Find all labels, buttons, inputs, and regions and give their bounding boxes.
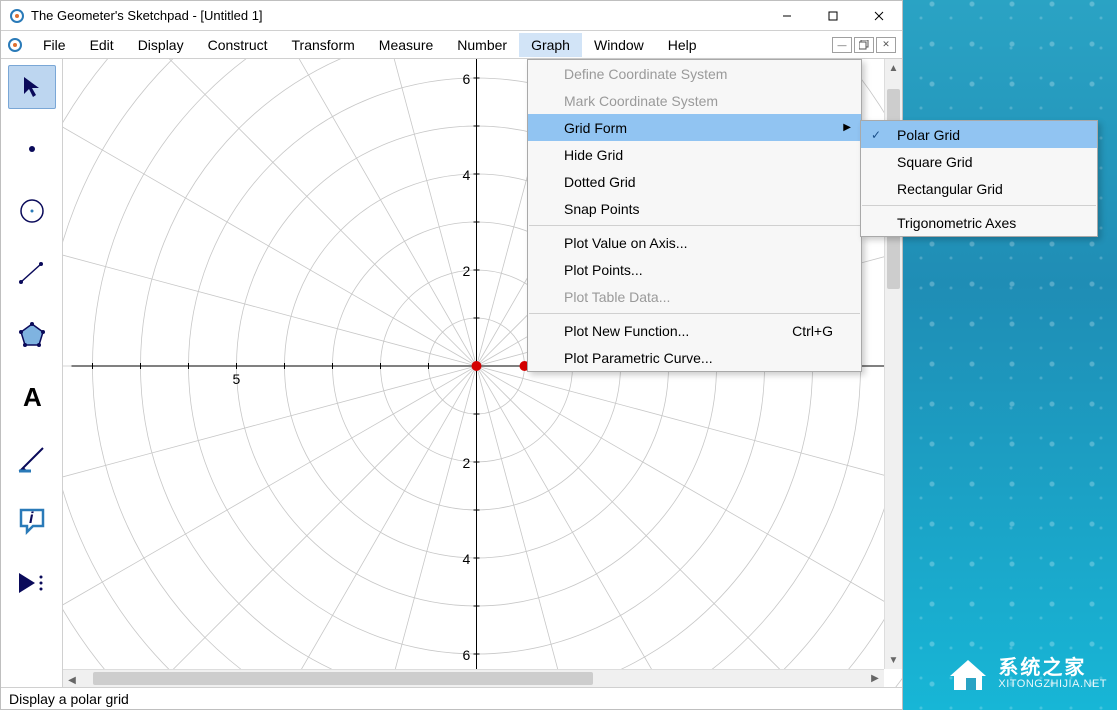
tool-arrow[interactable] <box>8 65 56 109</box>
mdi-minimize-button[interactable]: — <box>832 37 852 53</box>
mdi-close-button[interactable]: ✕ <box>876 37 896 53</box>
mdi-restore-button[interactable] <box>854 37 874 53</box>
tool-custom[interactable] <box>8 561 56 605</box>
menuitem-plot-parametric-curve[interactable]: Plot Parametric Curve... <box>528 344 861 371</box>
tool-circle[interactable] <box>8 189 56 233</box>
window-title: The Geometer's Sketchpad - [Untitled 1] <box>31 8 764 23</box>
svg-text:6: 6 <box>463 71 471 87</box>
submenuitem-rectangular-grid[interactable]: Rectangular Grid <box>861 175 1097 202</box>
menu-file[interactable]: File <box>31 33 78 57</box>
submenuitem-polar-grid[interactable]: ✓Polar Grid <box>861 121 1097 148</box>
watermark: 系统之家 XITONGZHIJIA.NET <box>946 652 1107 696</box>
titlebar: The Geometer's Sketchpad - [Untitled 1] <box>1 1 902 31</box>
tool-point[interactable] <box>8 127 56 171</box>
scroll-up-icon[interactable]: ▲ <box>885 59 902 77</box>
menu-separator <box>862 205 1096 206</box>
menu-window[interactable]: Window <box>582 33 656 57</box>
submenuitem-trigonometric-axes[interactable]: Trigonometric Axes <box>861 209 1097 236</box>
svg-text:6: 6 <box>463 647 471 663</box>
tool-info[interactable]: i <box>8 499 56 543</box>
graph-dropdown: Define Coordinate System Mark Coordinate… <box>527 59 862 372</box>
menuitem-snap-points[interactable]: Snap Points <box>528 195 861 222</box>
menuitem-define-coord-system[interactable]: Define Coordinate System <box>528 60 861 87</box>
svg-text:5: 5 <box>233 371 241 387</box>
menuitem-plot-new-function[interactable]: Plot New Function...Ctrl+G <box>528 317 861 344</box>
watermark-subtext: XITONGZHIJIA.NET <box>998 678 1107 690</box>
scroll-left-icon[interactable]: ◀ <box>63 672 81 687</box>
tool-line[interactable] <box>8 251 56 295</box>
toolbox: A i <box>1 59 63 687</box>
menubar: File Edit Display Construct Transform Me… <box>1 31 902 59</box>
menu-edit[interactable]: Edit <box>78 33 126 57</box>
grid-form-submenu: ✓Polar Grid Square Grid Rectangular Grid… <box>860 120 1098 237</box>
minimize-button[interactable] <box>764 1 810 30</box>
check-icon: ✓ <box>871 128 881 142</box>
svg-text:2: 2 <box>463 455 471 471</box>
menu-number[interactable]: Number <box>445 33 519 57</box>
menu-measure[interactable]: Measure <box>367 33 445 57</box>
chevron-right-icon: ▶ <box>843 122 851 133</box>
menu-construct[interactable]: Construct <box>196 33 280 57</box>
menu-separator <box>529 313 860 314</box>
status-text: Display a polar grid <box>9 691 129 707</box>
window-controls <box>764 1 902 30</box>
scroll-down-icon[interactable]: ▼ <box>885 651 902 669</box>
watermark-text: 系统之家 <box>998 658 1107 678</box>
menuitem-dotted-grid[interactable]: Dotted Grid <box>528 168 861 195</box>
horizontal-scrollbar[interactable]: ◀ ▶ <box>63 669 884 687</box>
shortcut-label: Ctrl+G <box>792 323 833 339</box>
menuitem-grid-form[interactable]: Grid Form▶ <box>528 114 861 141</box>
menuitem-plot-value-axis[interactable]: Plot Value on Axis... <box>528 229 861 256</box>
menu-transform[interactable]: Transform <box>280 33 367 57</box>
menu-separator <box>529 225 860 226</box>
hscroll-thumb[interactable] <box>93 672 593 685</box>
menuitem-plot-points[interactable]: Plot Points... <box>528 256 861 283</box>
statusbar: Display a polar grid <box>1 687 902 709</box>
svg-text:2: 2 <box>463 263 471 279</box>
svg-text:4: 4 <box>463 551 471 567</box>
watermark-logo-icon <box>946 652 990 696</box>
app-icon <box>9 8 25 24</box>
maximize-button[interactable] <box>810 1 856 30</box>
submenuitem-square-grid[interactable]: Square Grid <box>861 148 1097 175</box>
tool-polygon[interactable] <box>8 313 56 357</box>
menu-display[interactable]: Display <box>126 33 196 57</box>
menu-graph[interactable]: Graph <box>519 33 582 57</box>
close-button[interactable] <box>856 1 902 30</box>
scroll-right-icon[interactable]: ▶ <box>866 670 884 687</box>
document-icon <box>7 37 23 53</box>
menuitem-plot-table-data[interactable]: Plot Table Data... <box>528 283 861 310</box>
tool-text[interactable]: A <box>8 375 56 419</box>
svg-text:4: 4 <box>463 167 471 183</box>
menuitem-hide-grid[interactable]: Hide Grid <box>528 141 861 168</box>
mdi-controls: — ✕ <box>832 37 896 53</box>
svg-text:A: A <box>23 384 42 410</box>
menu-help[interactable]: Help <box>656 33 709 57</box>
svg-text:i: i <box>29 510 34 527</box>
tool-marker[interactable] <box>8 437 56 481</box>
menuitem-mark-coord-system[interactable]: Mark Coordinate System <box>528 87 861 114</box>
